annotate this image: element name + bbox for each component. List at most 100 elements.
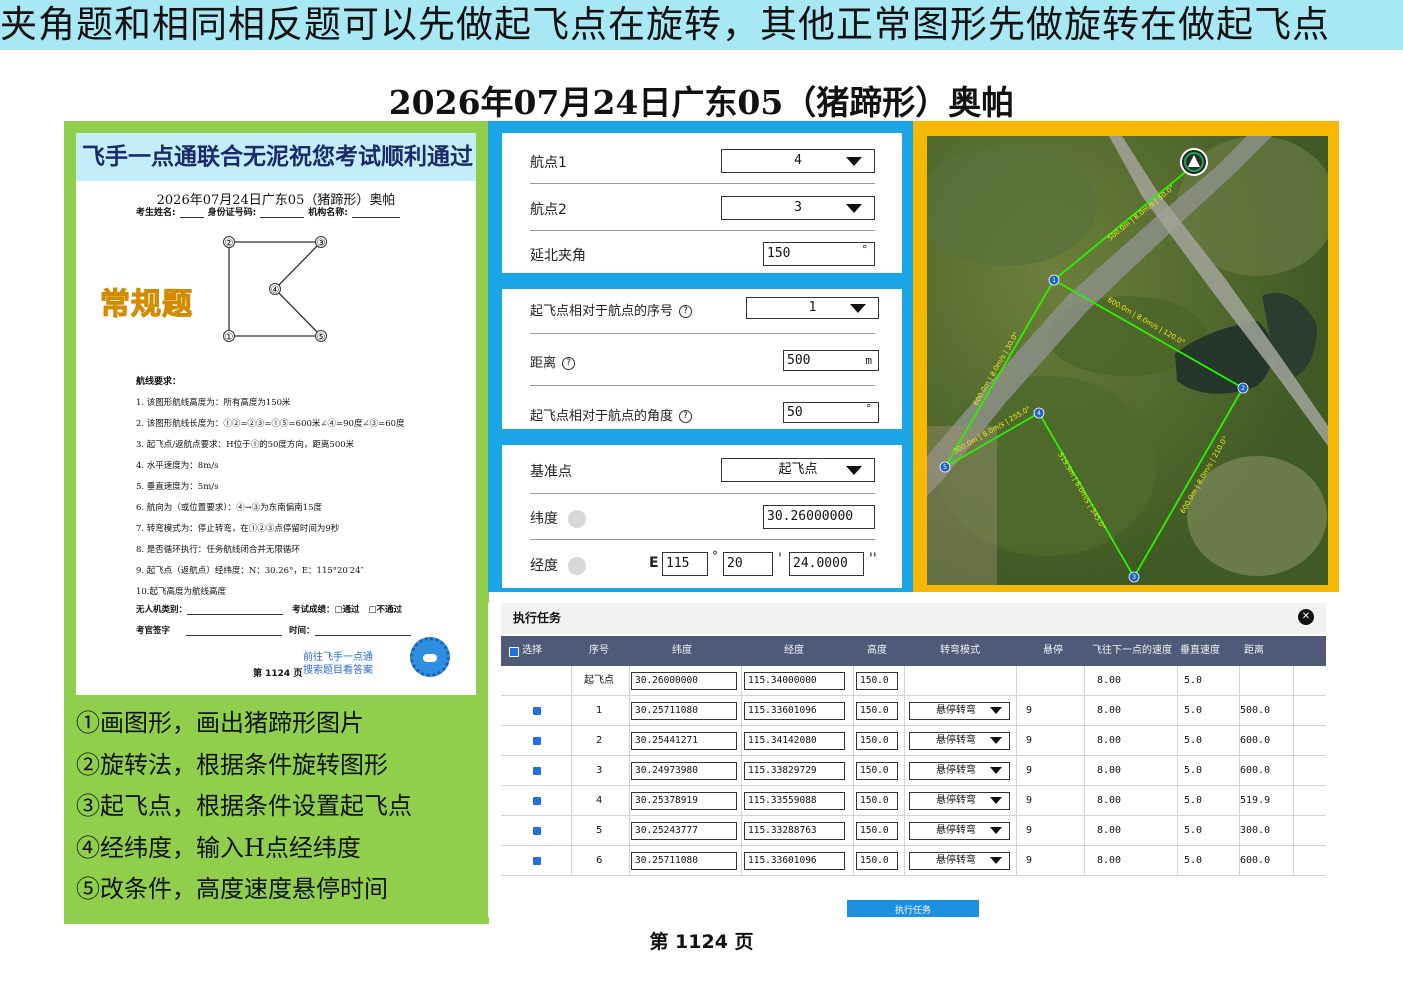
help-icon[interactable]: ? [562,357,576,370]
row-lat-input[interactable]: 30.25711080 [631,852,737,870]
row-turn-mode-select[interactable]: 悬停转弯 [909,852,1010,870]
wp2-select[interactable]: 3 [721,196,875,220]
table-header: 选择 序号 纬度 经度 高度 转弯模式 悬停 飞往下一点的速度 垂直速度 距离 [501,636,1326,666]
row-lon-input[interactable]: 115.34142080 [744,732,845,750]
lon-degree-input[interactable]: 115 [662,552,708,576]
column-divider [1293,816,1294,846]
row-turn-mode-select[interactable]: 悬停转弯 [909,702,1010,720]
row-lon-input[interactable]: 115.33559088 [744,792,845,810]
help-icon[interactable]: ? [679,410,693,423]
dist-label: 距离 [530,356,557,371]
rel-angle-input[interactable]: 50 ° [783,402,879,423]
row-checkbox[interactable] [533,767,541,775]
rel-angle-label: 起飞点相对于航点的角度 [530,409,674,424]
row-checkbox[interactable] [533,707,541,715]
divider [530,333,875,334]
top-banner: 夹角题和相同相反题可以先做起飞点在旋转，其他正常图形先做旋转在做起飞点 [0,0,1403,50]
row-lon-input[interactable]: 115.34000000 [744,672,845,690]
table-row[interactable]: 1 30.25711080 115.33601096 150.0 悬停转弯 9 8.00 5.… [501,696,1326,726]
row-hover: 9 [1026,855,1033,866]
waypoint-label: 3 [1132,574,1136,581]
row-hover: 9 [1026,825,1033,836]
row-alt-input[interactable]: 150.0 [856,672,898,690]
row-speed: 8.00 [1097,735,1122,746]
answer-link[interactable]: 前往飞手一点通 搜索题目看答案 [303,651,373,677]
row-lat-input[interactable]: 30.26000000 [631,672,737,690]
row-seq: 3 [596,765,603,776]
table-row[interactable]: 4 30.25378919 115.33559088 150.0 悬停转弯 9 8.00 5.… [501,786,1326,816]
step-item: ②旋转法，根据条件旋转图形 [76,750,388,779]
wp1-select[interactable]: 4 [721,149,875,173]
row-lon-input[interactable]: 115.33288763 [744,822,845,840]
row-checkbox[interactable] [533,827,541,835]
row-lon-input[interactable]: 115.33601096 [744,852,845,870]
table-row[interactable]: 2 30.25441271 115.34142080 150.0 悬停转弯 9 8.00 5.… [501,726,1326,756]
row-distance: 500.0 [1240,705,1271,716]
table-row[interactable]: 5 30.25243777 115.33288763 150.0 悬停转弯 9 8.00 5.… [501,816,1326,846]
row-vspeed: 5.0 [1184,705,1203,716]
column-divider [1293,726,1294,756]
lat-label: 纬度 [530,511,558,527]
row-checkbox[interactable] [533,857,541,865]
row-checkbox[interactable] [533,737,541,745]
row-alt-input[interactable]: 150.0 [856,792,898,810]
row-turn-mode-select[interactable]: 悬停转弯 [909,792,1010,810]
help-icon[interactable]: ? [679,305,693,318]
home-point-icon[interactable] [1180,148,1208,176]
uav-type-label: 无人机类别： [136,605,188,615]
row-turn-mode-value: 悬停转弯 [936,855,976,866]
lon-degree-mark: ° [712,549,718,563]
table-row[interactable]: 6 30.25711080 115.33601096 150.0 悬停转弯 9 8.00 5.… [501,846,1326,876]
lon-second-input[interactable]: 24.0000 [789,552,864,576]
row-checkbox[interactable] [533,797,541,805]
chevron-down-icon [990,827,1002,834]
row-lon-input[interactable]: 115.33601096 [744,702,845,720]
divider [530,493,875,494]
base-select[interactable]: 起飞点 [721,458,875,482]
row-lat-input[interactable]: 30.24973980 [631,762,737,780]
column-divider [629,666,630,696]
row-alt-input[interactable]: 150.0 [856,822,898,840]
requirement-item: 9. 起飞点（返航点）经纬度：N：30.26°，E：115°20′24″ [136,566,364,576]
shape-point-5-label: ⑤ [317,332,326,343]
row-turn-mode-select[interactable]: 悬停转弯 [909,762,1010,780]
row-lat-input[interactable]: 30.25441271 [631,732,737,750]
column-divider [904,846,905,876]
row-alt-input[interactable]: 150.0 [856,762,898,780]
execute-task-button[interactable]: 执行任务 [847,900,979,917]
row-lon-input[interactable]: 115.33829729 [744,762,845,780]
fail-checkbox: □不通过 [368,605,403,615]
row-lat-input[interactable]: 30.25243777 [631,822,737,840]
lat-value: 30.26000000 [767,509,854,524]
row-turn-mode-select[interactable]: 悬停转弯 [909,822,1010,840]
divider [530,183,875,184]
row-alt-input[interactable]: 150.0 [856,732,898,750]
row-turn-mode-select[interactable]: 悬停转弯 [909,732,1010,750]
step-item: ③起飞点，根据条件设置起飞点 [76,792,412,820]
minus-icon [568,557,586,575]
row-alt-input[interactable]: 150.0 [856,852,898,870]
row-lat-input[interactable]: 30.25378919 [631,792,737,810]
chevron-down-icon [990,767,1002,774]
table-row[interactable]: 起飞点 30.26000000 115.34000000 150.0 8.00 5.0 [501,666,1326,696]
seq-select[interactable]: 1 [746,297,879,319]
angle-input[interactable]: 150 ° [763,242,875,266]
requirement-item: 7. 转弯模式为：停止转弯，在①②③点停留时间为9秒 [136,524,340,534]
row-hover: 9 [1026,765,1033,776]
lat-input[interactable]: 30.26000000 [763,505,875,529]
row-alt-input[interactable]: 150.0 [856,702,898,720]
select-all-checkbox[interactable] [509,647,519,657]
degree-unit: ° [865,402,872,415]
meter-unit: m [865,354,872,367]
column-divider [571,756,572,786]
satellite-map[interactable]: 500.0m | 8.0m/s | 50.0° 600.0m | 8.0m/s … [927,136,1328,585]
row-lat-input[interactable]: 30.25711080 [631,702,737,720]
header-speed: 飞往下一点的速度 [1092,645,1172,656]
close-icon[interactable]: ✕ [1298,609,1314,625]
row-seq: 4 [596,795,603,806]
column-divider [1084,756,1085,786]
table-row[interactable]: 3 30.24973980 115.33829729 150.0 悬停转弯 9 8.00 5.… [501,756,1326,786]
lon-minute-input[interactable]: 20 [723,552,773,576]
pass-checkbox: □通过 [334,605,360,615]
dist-input[interactable]: 500 m [783,350,879,371]
